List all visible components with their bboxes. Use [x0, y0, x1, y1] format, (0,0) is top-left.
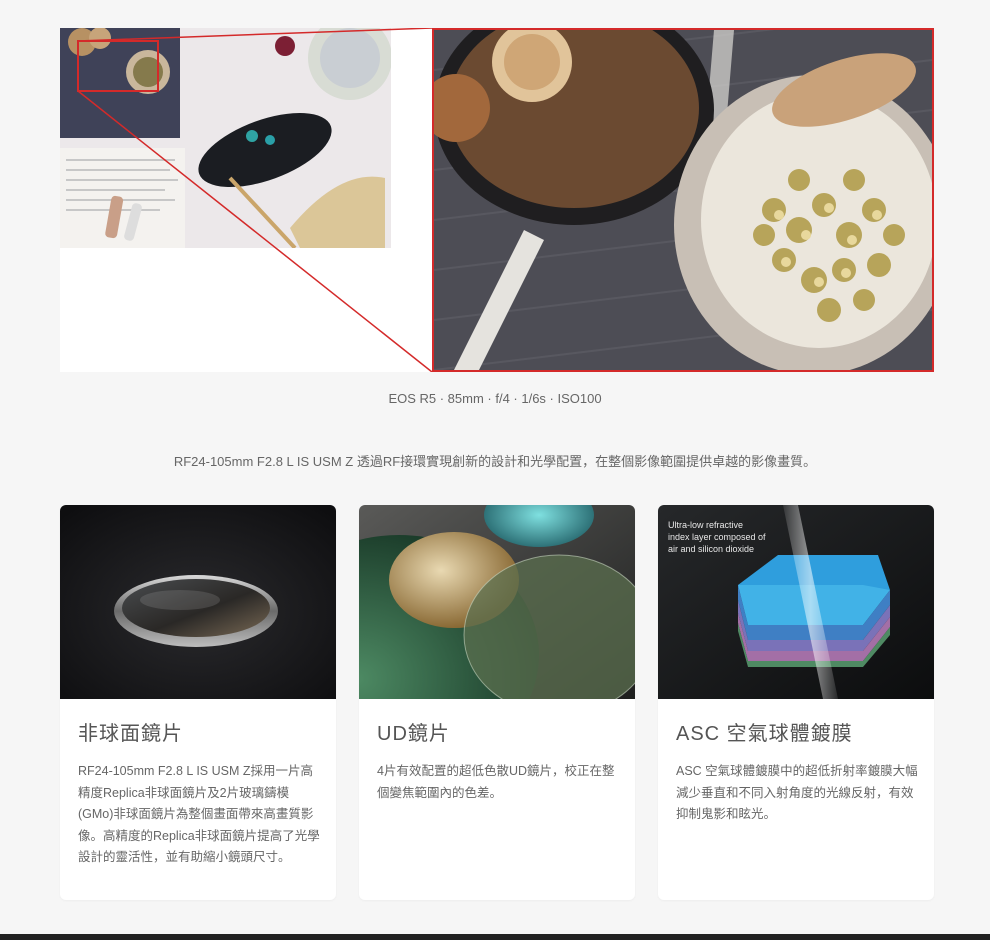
- tabletop-photo: [60, 28, 391, 248]
- card-title: 非球面鏡片: [78, 723, 183, 745]
- page-bottom-bar: [0, 934, 990, 940]
- coating-label-line: air and silicon dioxide: [668, 544, 755, 554]
- card-body: 4片有效配置的超低色散UD鏡片，校正在整個變焦範圍內的色差。: [377, 764, 615, 800]
- intro-text: RF24-105mm F2.8 L IS USM Z 透過RF接環實現創新的設計…: [173, 454, 817, 469]
- coating-label-line: index layer composed of: [668, 532, 766, 542]
- hero-left-panel: [60, 28, 432, 372]
- feature-card-aspherical: 非球面鏡片 RF24-105mm F2.8 L IS USM Z採用一片高精度R…: [60, 505, 336, 900]
- card-body: RF24-105mm F2.8 L IS USM Z採用一片高精度Replica…: [78, 764, 320, 864]
- aspherical-lens-image: [60, 505, 336, 699]
- photo-caption: EOS R5 · 85mm · f/4 · 1/6s · ISO100: [388, 391, 602, 406]
- asc-coating-image: Ultra-low refractive index layer compose…: [658, 505, 934, 699]
- coating-diagram-label: Ultra-low refractive index layer compose…: [668, 519, 766, 555]
- card-title: ASC 空氣球體鍍膜: [676, 723, 853, 745]
- feature-card-asc: Ultra-low refractive index layer compose…: [658, 505, 934, 900]
- zoomed-detail-photo: [432, 28, 934, 372]
- card-body: ASC 空氣球體鍍膜中的超低折射率鍍膜大幅減少垂直和不同入射角度的光線反射，有效…: [676, 764, 918, 821]
- feature-card-ud: UD鏡片 4片有效配置的超低色散UD鏡片，校正在整個變焦範圍內的色差。: [359, 505, 635, 900]
- card-title: UD鏡片: [377, 723, 450, 745]
- ud-lens-image: [359, 505, 635, 699]
- coating-label-line: Ultra-low refractive: [668, 520, 744, 530]
- hero-comparison: [60, 28, 934, 372]
